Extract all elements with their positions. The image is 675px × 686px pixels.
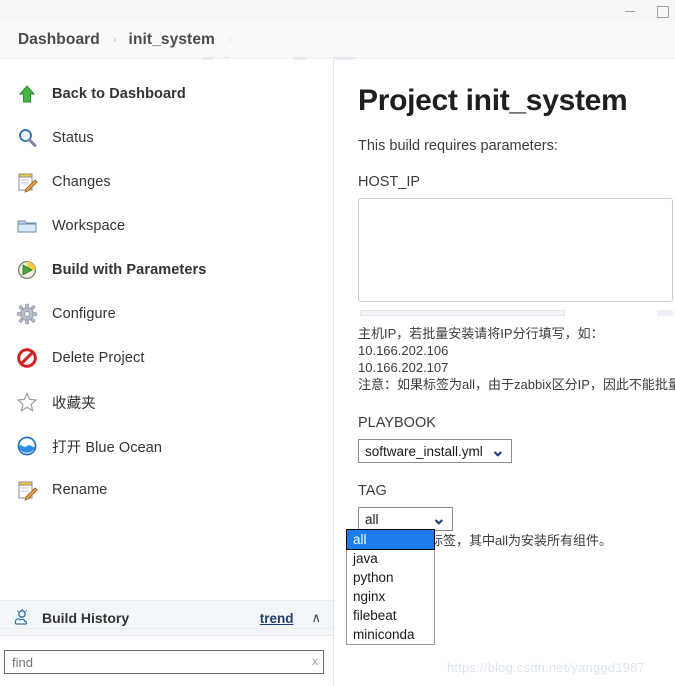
param-label-playbook: PLAYBOOK <box>358 415 436 431</box>
trend-link[interactable]: trend <box>260 611 294 626</box>
clock-play-icon <box>14 257 40 283</box>
search-input[interactable] <box>4 650 324 674</box>
chevron-down-icon: ⌄ <box>490 441 506 460</box>
gear-icon <box>14 301 40 327</box>
window-controls <box>623 0 669 22</box>
build-history-header: Build History trend ∧ <box>0 600 333 636</box>
sidebar-item-label: Build with Parameters <box>52 262 207 278</box>
breadcrumb: Dashboard › init_system › <box>0 22 675 57</box>
sidebar-item-label: Rename <box>52 482 108 498</box>
desc-line: 10.166.202.107 <box>358 360 449 375</box>
dropdown-option[interactable]: python <box>347 568 434 587</box>
requires-parameters-text: This build requires parameters: <box>358 138 558 154</box>
sidebar-item-label: Changes <box>52 174 111 190</box>
sidebar-item-label: Configure <box>52 306 116 322</box>
sidebar-item-label: Workspace <box>52 218 126 234</box>
resize-handle-corner[interactable] <box>657 310 673 316</box>
breadcrumb-item-project[interactable]: init_system <box>129 31 215 49</box>
host-ip-field-wrapper <box>358 198 673 316</box>
sidebar-item-label: Delete Project <box>52 350 145 366</box>
tag-select-wrapper: all ⌄ <box>358 507 453 531</box>
folder-icon <box>14 213 40 239</box>
tag-selected-value: all <box>365 511 379 527</box>
watermark-url: https://blog.csdn.net/yanggd1987 <box>447 660 645 675</box>
playbook-select-wrapper: software_install.yml ⌄ <box>358 439 513 463</box>
dropdown-option[interactable]: miniconda <box>347 625 434 644</box>
tag-select[interactable]: all ⌄ <box>358 507 453 531</box>
sidebar-item-label: 打开 Blue Ocean <box>52 439 163 456</box>
sidebar-item-favorites[interactable]: 收藏夹 <box>0 380 333 424</box>
dropdown-option[interactable]: nginx <box>347 587 434 606</box>
sidebar-item-open-blue-ocean[interactable]: 打开 Blue Ocean <box>0 424 333 468</box>
maximize-icon[interactable] <box>655 4 669 18</box>
sidebar-item-label: 收藏夹 <box>52 395 96 412</box>
param-label-host-ip: HOST_IP <box>358 174 421 190</box>
sidebar-item-workspace[interactable]: Workspace <box>0 204 333 248</box>
desc-line: 10.166.202.106 <box>358 343 449 358</box>
tag-dropdown-list[interactable]: all java python nginx filebeat miniconda <box>346 529 435 645</box>
build-history-title: Build History <box>42 610 130 626</box>
dropdown-option[interactable]: java <box>347 549 434 568</box>
host-ip-description: 主机IP，若批量安装请将IP分行填写，如： 10.166.202.106 10.… <box>358 325 675 393</box>
chevron-up-icon[interactable]: ∧ <box>311 610 321 626</box>
notepad-pencil-icon <box>14 169 40 195</box>
sidebar-item-label: Status <box>52 130 94 146</box>
divider <box>0 628 333 629</box>
sidebar-item-rename[interactable]: Rename <box>0 468 333 512</box>
sidebar-item-delete-project[interactable]: Delete Project <box>0 336 333 380</box>
desc-line: 主机IP，若批量安装请将IP分行填写，如： <box>358 326 604 341</box>
build-history-find: x <box>4 650 324 674</box>
clear-icon[interactable]: x <box>312 654 318 668</box>
sidebar-item-build-with-parameters[interactable]: Build with Parameters <box>0 248 333 292</box>
playbook-select[interactable]: software_install.yml ⌄ <box>358 439 513 463</box>
dropdown-option[interactable]: all <box>346 529 435 550</box>
breadcrumb-item-dashboard[interactable]: Dashboard <box>18 31 100 49</box>
sidebar-item-configure[interactable]: Configure <box>0 292 333 336</box>
sidebar-item-changes[interactable]: Changes <box>0 160 333 204</box>
chevron-down-icon: ⌄ <box>431 509 446 528</box>
tag-description: 标签，其中all为安装所有组件。 <box>430 533 613 548</box>
resize-handle[interactable] <box>360 310 565 316</box>
magnifier-icon <box>14 125 40 151</box>
minimize-icon[interactable] <box>623 4 637 18</box>
sidebar-item-back-to-dashboard[interactable]: Back to Dashboard <box>0 72 333 116</box>
sidebar-item-status[interactable]: Status <box>0 116 333 160</box>
sidebar: Back to Dashboard Status Changes Workspa… <box>0 60 333 686</box>
sidebar-item-label: Back to Dashboard <box>52 86 186 102</box>
blue-ocean-icon <box>14 433 40 459</box>
param-label-tag: TAG <box>358 483 387 499</box>
chevron-right-icon: › <box>227 33 232 46</box>
host-ip-textarea[interactable] <box>358 198 673 302</box>
jenkins-project-page: 10.166.103.250 10.166.103.250 渐渐 有限公司 渐 … <box>0 0 675 686</box>
up-arrow-icon <box>14 81 40 107</box>
chevron-right-icon: › <box>112 33 117 46</box>
playbook-selected-value: software_install.yml <box>365 443 483 459</box>
page-title: Project init_system <box>358 84 628 117</box>
no-entry-icon <box>14 345 40 371</box>
window-title-bar <box>0 0 675 22</box>
notepad-pencil-icon <box>14 477 40 503</box>
star-icon <box>14 389 40 415</box>
dropdown-option[interactable]: filebeat <box>347 606 434 625</box>
desc-line: 注意：如果标签为all，由于zabbix区分IP，因此不能批量安装。 <box>358 377 675 392</box>
weather-icon <box>12 607 34 629</box>
